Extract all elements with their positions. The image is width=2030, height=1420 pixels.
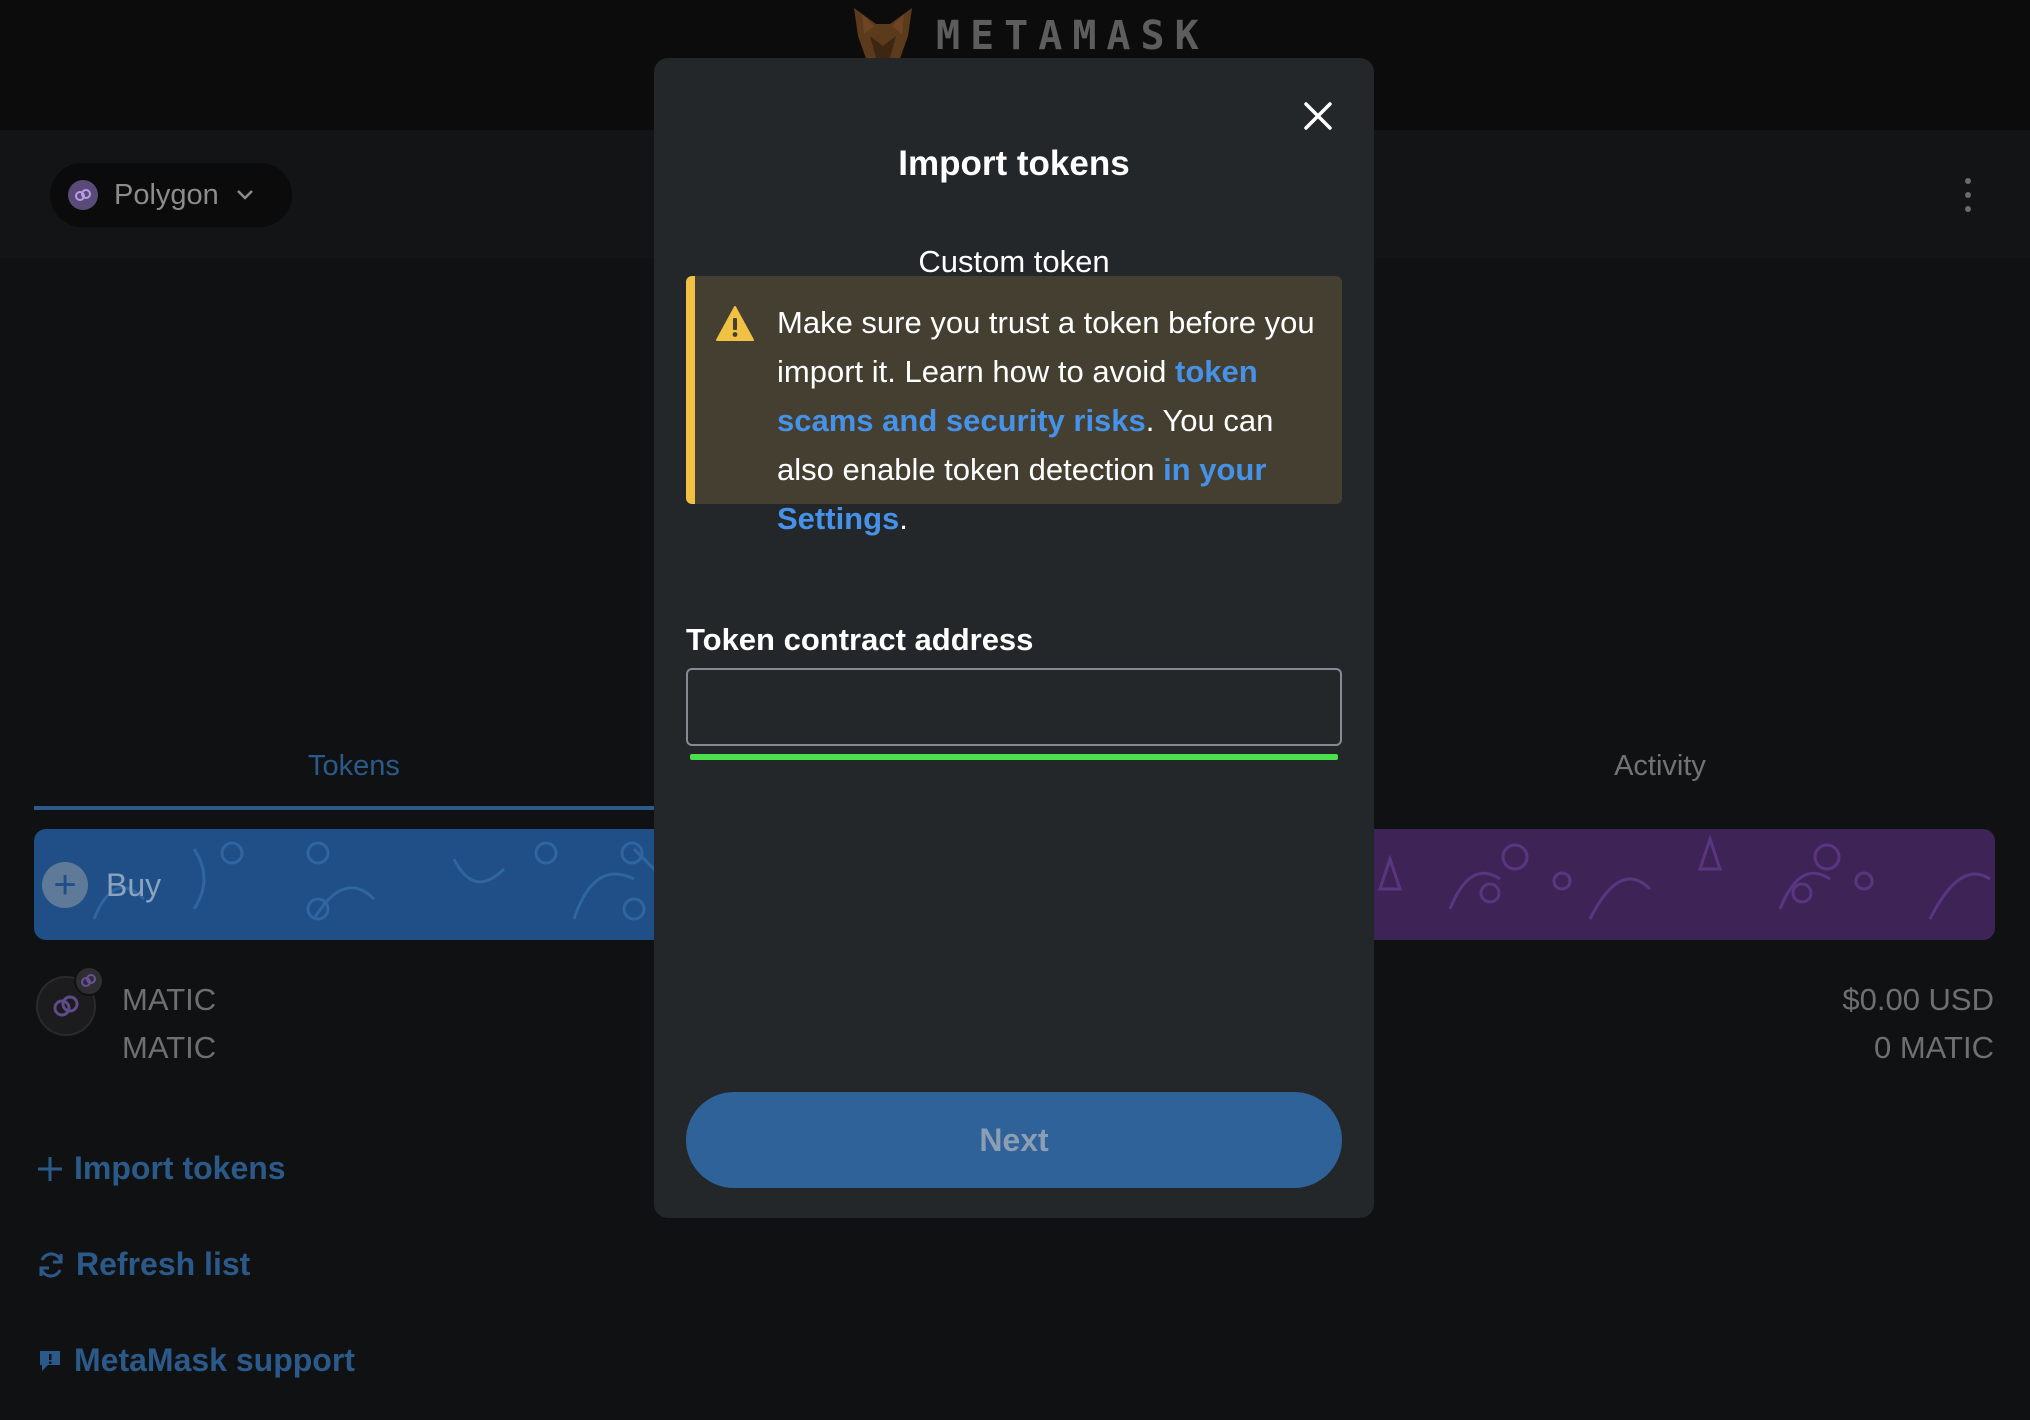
warning-text: Make sure you trust a token before you i… — [777, 298, 1337, 543]
kebab-menu-icon[interactable] — [1960, 178, 1976, 212]
network-selector[interactable]: Polygon — [50, 163, 292, 227]
tab-tokens-underline — [34, 806, 674, 810]
refresh-list-link[interactable]: Refresh list — [36, 1246, 250, 1283]
refresh-icon — [39, 1251, 63, 1278]
polygon-icon — [68, 180, 98, 210]
import-tokens-label: Import tokens — [74, 1150, 286, 1186]
close-icon[interactable] — [1298, 96, 1338, 136]
token-contract-address-label: Token contract address — [686, 622, 1034, 657]
plus-icon — [38, 1156, 62, 1181]
plus-icon: + — [42, 862, 88, 908]
import-tokens-modal: Import tokens Custom token Make sure you… — [654, 58, 1374, 1218]
modal-title: Import tokens — [898, 144, 1130, 183]
token-amount: 0 MATIC — [1874, 1030, 1994, 1065]
warning-banner: Make sure you trust a token before you i… — [686, 276, 1342, 536]
warning-text-part3: . — [899, 501, 908, 536]
input-focus-indicator — [690, 754, 1338, 760]
metamask-support-label: MetaMask support — [74, 1342, 355, 1378]
modal-subtitle: Custom token — [918, 244, 1110, 279]
tab-activity[interactable]: Activity — [1340, 750, 1980, 783]
chat-icon — [40, 1350, 60, 1371]
tab-tokens[interactable]: Tokens — [34, 750, 674, 783]
buy-label: Buy — [106, 866, 162, 903]
warning-icon — [716, 306, 754, 341]
token-contract-address-input[interactable] — [686, 668, 1342, 746]
polygon-network-badge — [74, 966, 104, 996]
sell-banner[interactable] — [1370, 829, 1995, 940]
chevron-down-icon — [236, 190, 253, 200]
metamask-support-link[interactable]: MetaMask support — [36, 1342, 355, 1379]
token-name: MATIC — [122, 982, 217, 1017]
token-symbol: MATIC — [122, 1030, 217, 1065]
network-name: Polygon — [114, 178, 219, 211]
logo-text: METAMASK — [936, 13, 1209, 59]
next-button[interactable]: Next — [686, 1092, 1342, 1188]
refresh-list-label: Refresh list — [76, 1246, 251, 1282]
token-usd-value: $0.00 USD — [1842, 982, 1994, 1017]
token-row[interactable]: MATIC MATIC — [122, 976, 216, 1072]
banner-pattern-purple — [1377, 834, 1991, 920]
buy-button[interactable]: + Buy — [42, 862, 161, 908]
token-balance: $0.00 USD 0 MATIC — [1842, 976, 1994, 1072]
import-tokens-link[interactable]: Import tokens — [36, 1150, 286, 1187]
fox-logo-icon — [854, 8, 912, 64]
